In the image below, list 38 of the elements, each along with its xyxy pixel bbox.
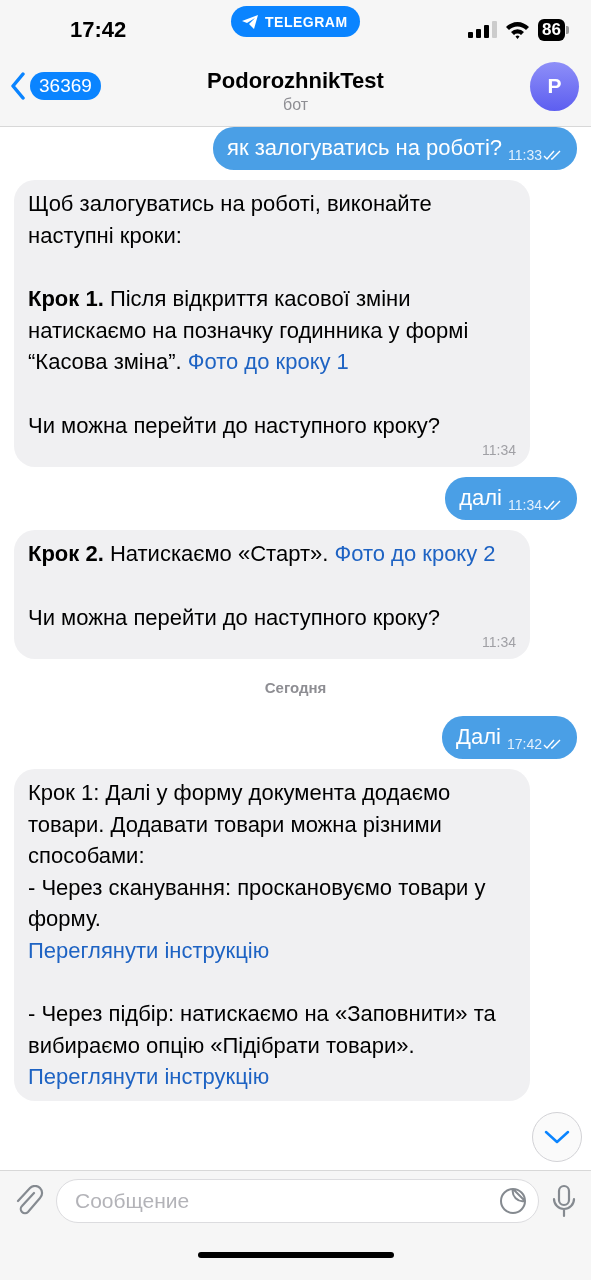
message-time: 11:34 [482,633,516,651]
link[interactable]: Переглянути інструкцію [28,1061,270,1093]
chevron-left-icon [10,72,26,100]
avatar[interactable]: P [530,61,579,111]
link[interactable]: Фото до кроку 2 [334,541,496,566]
date-separator: Сегодня [264,679,327,696]
back-button[interactable]: 36369 [10,72,101,100]
sticker-icon[interactable] [499,1187,527,1215]
chat-title: PodorozhnikTest [207,68,384,94]
wifi-icon [505,20,531,40]
message-input-field[interactable]: Сообщение [56,1179,539,1223]
message-text: Чи можна перейти до наступного кроку? [28,411,442,440]
message-text: Крок 1. Після відкриття касової зміни натискаємо на позначку годинника у формі “Касова зміна”. Фото до кроку 1 [28,285,470,376]
scroll-down-button[interactable] [532,1112,582,1162]
message-time: 11:34 [482,441,516,459]
message-text: як залогуватись на роботі? [227,135,502,161]
chat-subtitle: бот [282,96,308,114]
microphone-icon[interactable] [551,1184,577,1218]
chevron-down-icon [544,1130,570,1144]
message-time: 11:33 [508,147,542,163]
link[interactable]: Фото до кроку 1 [187,349,349,374]
paperclip-icon[interactable] [14,1185,44,1217]
unread-count-badge: 36369 [30,72,101,100]
app-return-pill[interactable]: TELEGRAM [231,6,360,37]
message-text: далі [459,485,502,511]
link[interactable]: Переглянути інструкцію [28,934,270,966]
message-text: Чи можна перейти до наступного кроку? [28,603,442,632]
paper-plane-icon [241,13,259,30]
message-text: - Через сканування: проскановуємо товари у форму. [28,873,487,933]
signal-icon [468,20,498,40]
message-text: Крок 2. Натискаємо «Старт». Фото до кроку 2 [28,540,497,568]
clock: 17:42 [70,17,128,43]
message-text: Крок 1: Далі у форму документа додаємо товари. Додавати товари можна різними способами: [28,779,452,870]
message-text: Щоб залогуватись на роботі, виконайте наступні кроки: [28,190,433,250]
message-time: 17:42 [506,736,542,752]
message-text: Далі [456,724,501,750]
message-time: 11:34 [508,497,542,513]
message-text: - Через підбір: натискаємо на «Заповнити» та вибираємо опцію «Підібрати товари». [28,1000,497,1060]
